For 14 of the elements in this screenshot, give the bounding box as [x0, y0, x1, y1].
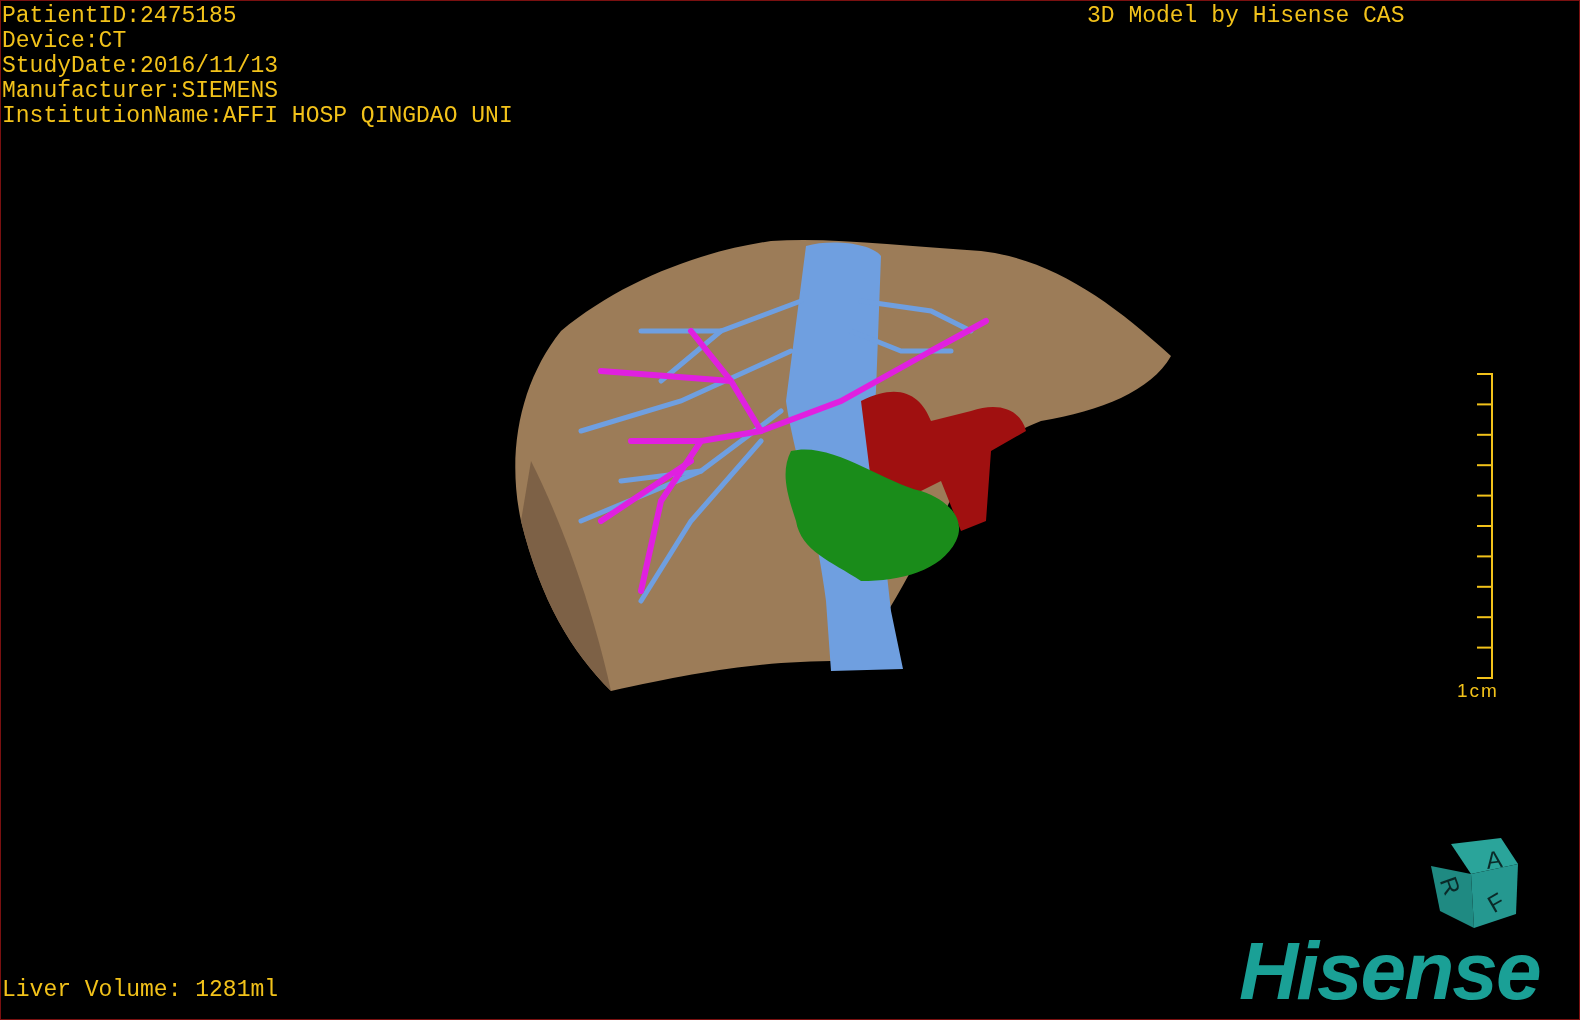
info-line: InstitutionName:AFFI HOSP QINGDAO UNI	[2, 104, 513, 129]
cube-face-letter: F	[1482, 887, 1509, 918]
cube-face-letter: A	[1484, 845, 1504, 874]
orientation-cube[interactable]	[1431, 838, 1518, 928]
info-line: Manufacturer:SIEMENS	[2, 79, 280, 104]
info-line: PatientID:2475185	[2, 4, 238, 29]
viewer-title: 3D Model by Hisense CAS	[1087, 4, 1405, 29]
cube-face-letter: R	[1434, 873, 1467, 899]
brand-logo: Hisense	[1239, 926, 1540, 1016]
scale-label: 1cm	[1457, 681, 1499, 701]
info-line: StudyDate:2016/11/13	[2, 54, 280, 79]
liver-volume-label: Liver Volume: 1281ml	[2, 978, 279, 1003]
scale-bar-icon	[1475, 373, 1494, 679]
info-line: Device:CT	[2, 29, 128, 54]
